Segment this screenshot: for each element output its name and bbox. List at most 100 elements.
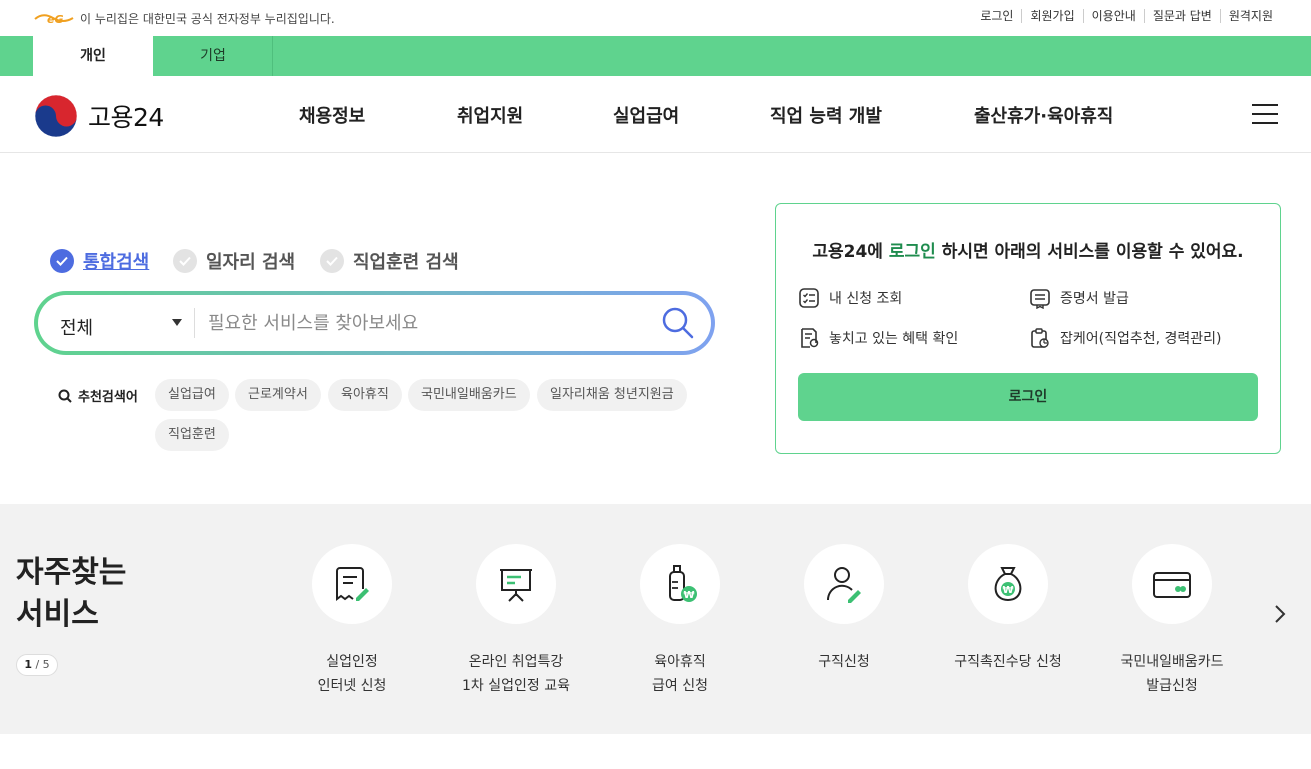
chevron-right-icon[interactable] — [1270, 602, 1290, 626]
frequent-item-label: 구직신청 — [764, 650, 924, 674]
chevron-down-icon[interactable] — [172, 319, 182, 326]
title-line-1: 자주찾는 — [16, 555, 127, 590]
service-certificate[interactable]: 증명서 발급 — [1029, 287, 1129, 309]
label-line-1: 구직촉진수당 신청 — [954, 654, 1062, 670]
svg-text:₩: ₩ — [683, 590, 694, 601]
search-type-label: 일자리 검색 — [206, 252, 296, 273]
frequent-services-title: 자주찾는 서비스 — [16, 552, 126, 636]
keyword-chip[interactable]: 일자리채움 청년지원금 — [537, 379, 687, 411]
baby-bottle-won-icon: ₩ — [640, 544, 720, 624]
util-login-link[interactable]: 로그인 — [972, 9, 1021, 23]
util-signup-link[interactable]: 회원가입 — [1021, 9, 1082, 23]
frequent-services-section: 자주찾는 서비스 1 / 5 실업인정 인터넷 신청 온라인 취업특강 1차 실… — [0, 504, 1311, 734]
card-icon — [1132, 544, 1212, 624]
gov-banner-text: 이 누리집은 대한민국 공식 전자정부 누리집입니다. — [80, 12, 335, 26]
frequent-item-online-lecture[interactable]: 온라인 취업특강 1차 실업인정 교육 — [436, 544, 596, 698]
checklist-icon — [799, 288, 819, 308]
util-remote-link[interactable]: 원격지원 — [1219, 9, 1281, 23]
tab-divider — [272, 36, 273, 76]
label-line-2: 1차 실업인정 교육 — [462, 678, 570, 694]
login-card: 고용24에 로그인 하시면 아래의 서비스를 이용할 수 있어요. 내 신청 조… — [775, 203, 1281, 454]
check-icon — [173, 249, 197, 273]
main-header: 고용24 채용정보 취업지원 실업급여 직업 능력 개발 출산휴가·육아휴직 — [0, 76, 1311, 153]
keyword-chip[interactable]: 직업훈련 — [155, 419, 229, 451]
login-msg-prefix: 고용24에 — [812, 242, 889, 262]
login-msg-highlight: 로그인 — [888, 242, 936, 262]
document-pen-icon — [312, 544, 392, 624]
keyword-chip[interactable]: 육아휴직 — [328, 379, 402, 411]
svg-text:₩: ₩ — [1002, 585, 1013, 596]
nav-skill-development[interactable]: 직업 능력 개발 — [770, 102, 882, 128]
search-icon[interactable] — [660, 305, 696, 341]
search-scope-select[interactable]: 전체 — [60, 314, 93, 340]
login-message: 고용24에 로그인 하시면 아래의 서비스를 이용할 수 있어요. — [776, 237, 1280, 262]
search-type-training[interactable]: 직업훈련 검색 — [320, 248, 459, 274]
brand-name: 고용24 — [88, 103, 164, 132]
scope-divider — [194, 308, 195, 338]
pager-sep: / — [31, 658, 43, 671]
person-pen-icon — [804, 544, 884, 624]
title-line-2: 서비스 — [16, 597, 99, 632]
frequent-item-label: 실업인정 인터넷 신청 — [272, 650, 432, 698]
label-line-2: 급여 신청 — [652, 678, 708, 694]
user-type-tab-bar: 개인 기업 — [0, 36, 1311, 76]
money-bag-won-icon: ₩ — [968, 544, 1048, 624]
check-icon — [50, 249, 74, 273]
search-type-label: 직업훈련 검색 — [353, 252, 459, 273]
frequent-item-parental-leave-pay[interactable]: ₩ 육아휴직 급여 신청 — [600, 544, 760, 698]
nav-unemployment-benefit[interactable]: 실업급여 — [613, 102, 679, 128]
nav-jobs[interactable]: 채용정보 — [299, 102, 365, 128]
frequent-item-label: 국민내일배움카드 발급신청 — [1092, 650, 1252, 698]
brand-logo[interactable]: 고용24 — [34, 94, 164, 138]
carousel-pager: 1 / 5 — [16, 654, 58, 676]
certificate-icon — [1030, 289, 1050, 309]
util-qna-link[interactable]: 질문과 답변 — [1143, 9, 1220, 23]
login-button[interactable]: 로그인 — [798, 373, 1258, 421]
clipboard-chart-icon — [1031, 328, 1049, 348]
frequent-item-learning-card[interactable]: 국민내일배움카드 발급신청 — [1092, 544, 1252, 698]
search-box: 전체 — [34, 291, 715, 355]
pager-total: 5 — [42, 658, 50, 671]
service-missed-benefits[interactable]: 놓치고 있는 혜택 확인 — [798, 327, 958, 349]
svg-text:eG: eG — [47, 13, 64, 26]
label-line-1: 육아휴직 — [654, 654, 706, 670]
label-line-1: 구직신청 — [818, 654, 870, 670]
nav-employment-support[interactable]: 취업지원 — [457, 102, 523, 128]
service-label: 증명서 발급 — [1060, 291, 1129, 307]
egov-logo-icon: eG — [34, 13, 74, 26]
keyword-chip[interactable]: 근로계약서 — [235, 379, 321, 411]
frequent-item-job-promotion-allowance[interactable]: ₩ 구직촉진수당 신청 — [928, 544, 1088, 674]
nav-parental-leave[interactable]: 출산휴가·육아휴직 — [974, 102, 1113, 128]
service-label: 잡케어(직업추천, 경력관리) — [1060, 331, 1222, 347]
hamburger-menu-icon[interactable] — [1252, 104, 1278, 124]
label-line-2: 인터넷 신청 — [317, 678, 387, 694]
keyword-chip[interactable]: 국민내일배움카드 — [408, 379, 530, 411]
frequent-item-label: 육아휴직 급여 신청 — [600, 650, 760, 698]
utility-links: 로그인 회원가입 이용안내 질문과 답변 원격지원 — [972, 9, 1281, 23]
recommend-keywords-label: 추천검색어 — [58, 386, 138, 405]
keyword-chip[interactable]: 실업급여 — [155, 379, 229, 411]
search-icon — [58, 389, 72, 403]
taegeuk-logo-icon — [34, 94, 78, 138]
search-type-integrated[interactable]: 통합검색 — [50, 248, 149, 274]
service-jobcare[interactable]: 잡케어(직업추천, 경력관리) — [1029, 327, 1222, 349]
search-type-jobs[interactable]: 일자리 검색 — [173, 248, 295, 274]
pager-current: 1 — [24, 658, 32, 671]
label-line-1: 국민내일배움카드 — [1120, 654, 1224, 670]
frequent-item-job-seeking[interactable]: 구직신청 — [764, 544, 924, 674]
document-search-icon — [801, 328, 819, 348]
util-guide-link[interactable]: 이용안내 — [1082, 9, 1144, 23]
service-label: 놓치고 있는 혜택 확인 — [829, 331, 959, 347]
recommend-label-text: 추천검색어 — [78, 390, 138, 405]
check-icon — [320, 249, 344, 273]
tab-personal[interactable]: 개인 — [33, 36, 153, 76]
frequent-item-label: 구직촉진수당 신청 — [928, 650, 1088, 674]
label-line-1: 온라인 취업특강 — [468, 654, 564, 670]
search-input[interactable] — [208, 309, 648, 337]
gov-banner: eG 이 누리집은 대한민국 공식 전자정부 누리집입니다. 로그인 회원가입 … — [0, 0, 1311, 36]
frequent-item-label: 온라인 취업특강 1차 실업인정 교육 — [436, 650, 596, 698]
service-my-applications[interactable]: 내 신청 조회 — [798, 287, 902, 309]
service-label: 내 신청 조회 — [829, 291, 903, 307]
frequent-item-unemployment-recognition[interactable]: 실업인정 인터넷 신청 — [272, 544, 432, 698]
tab-business[interactable]: 기업 — [153, 36, 273, 76]
